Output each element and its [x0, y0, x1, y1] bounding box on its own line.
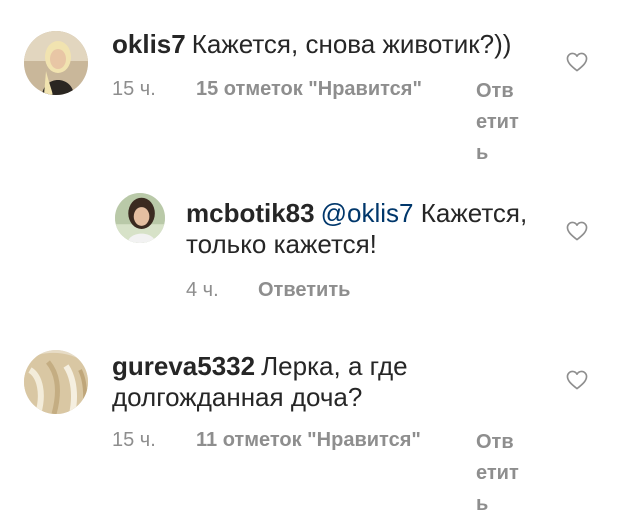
timestamp[interactable]: 15 ч. — [112, 78, 156, 101]
timestamp[interactable]: 15 ч. — [112, 429, 156, 452]
comment-meta: 15 ч. 11 отметок "Нравится" Ответить — [112, 429, 532, 515]
timestamp[interactable]: 4 ч. — [186, 279, 219, 302]
avatar[interactable] — [115, 193, 165, 243]
comment-meta: 15 ч. 15 отметок "Нравится" Ответить — [112, 78, 532, 164]
comment-body: Кажется, снова животик?)) — [191, 29, 512, 59]
username[interactable]: oklis7 — [112, 29, 186, 59]
comment-text: mcbotik83 @oklis7 Кажется, только кажется… — [186, 198, 566, 260]
comment-meta: 4 ч. Ответить — [186, 279, 486, 309]
mention-link[interactable]: @oklis7 — [321, 198, 414, 228]
avatar[interactable] — [24, 350, 88, 414]
comment-body-line-2: долгожданная доча? — [112, 382, 363, 412]
username[interactable]: gureva5332 — [112, 351, 255, 381]
username[interactable]: mcbotik83 — [186, 198, 315, 228]
comment-body-line-1: Лерка, а где — [261, 351, 408, 381]
reply-button[interactable]: Ответить — [476, 76, 522, 169]
comment-body-line-2: только кажется! — [186, 229, 377, 259]
avatar[interactable] — [24, 31, 88, 95]
comment-body-line-1: Кажется, — [420, 198, 528, 228]
likes-count[interactable]: 15 отметок "Нравится" — [196, 78, 422, 101]
likes-count[interactable]: 11 отметок "Нравится" — [196, 429, 421, 452]
heart-outline-icon[interactable] — [566, 370, 588, 390]
avatar-image — [24, 350, 88, 414]
heart-outline-icon[interactable] — [566, 221, 588, 241]
reply-button[interactable]: Ответить — [258, 279, 350, 302]
avatar-image — [115, 193, 165, 243]
reply-button[interactable]: Ответить — [476, 427, 522, 520]
comment-text: gureva5332 Лерка, а где долгожданная доча… — [112, 351, 532, 413]
avatar-image — [24, 31, 88, 95]
comment-text: oklis7 Кажется, снова животик?)) — [112, 29, 511, 60]
heart-outline-icon[interactable] — [566, 52, 588, 72]
